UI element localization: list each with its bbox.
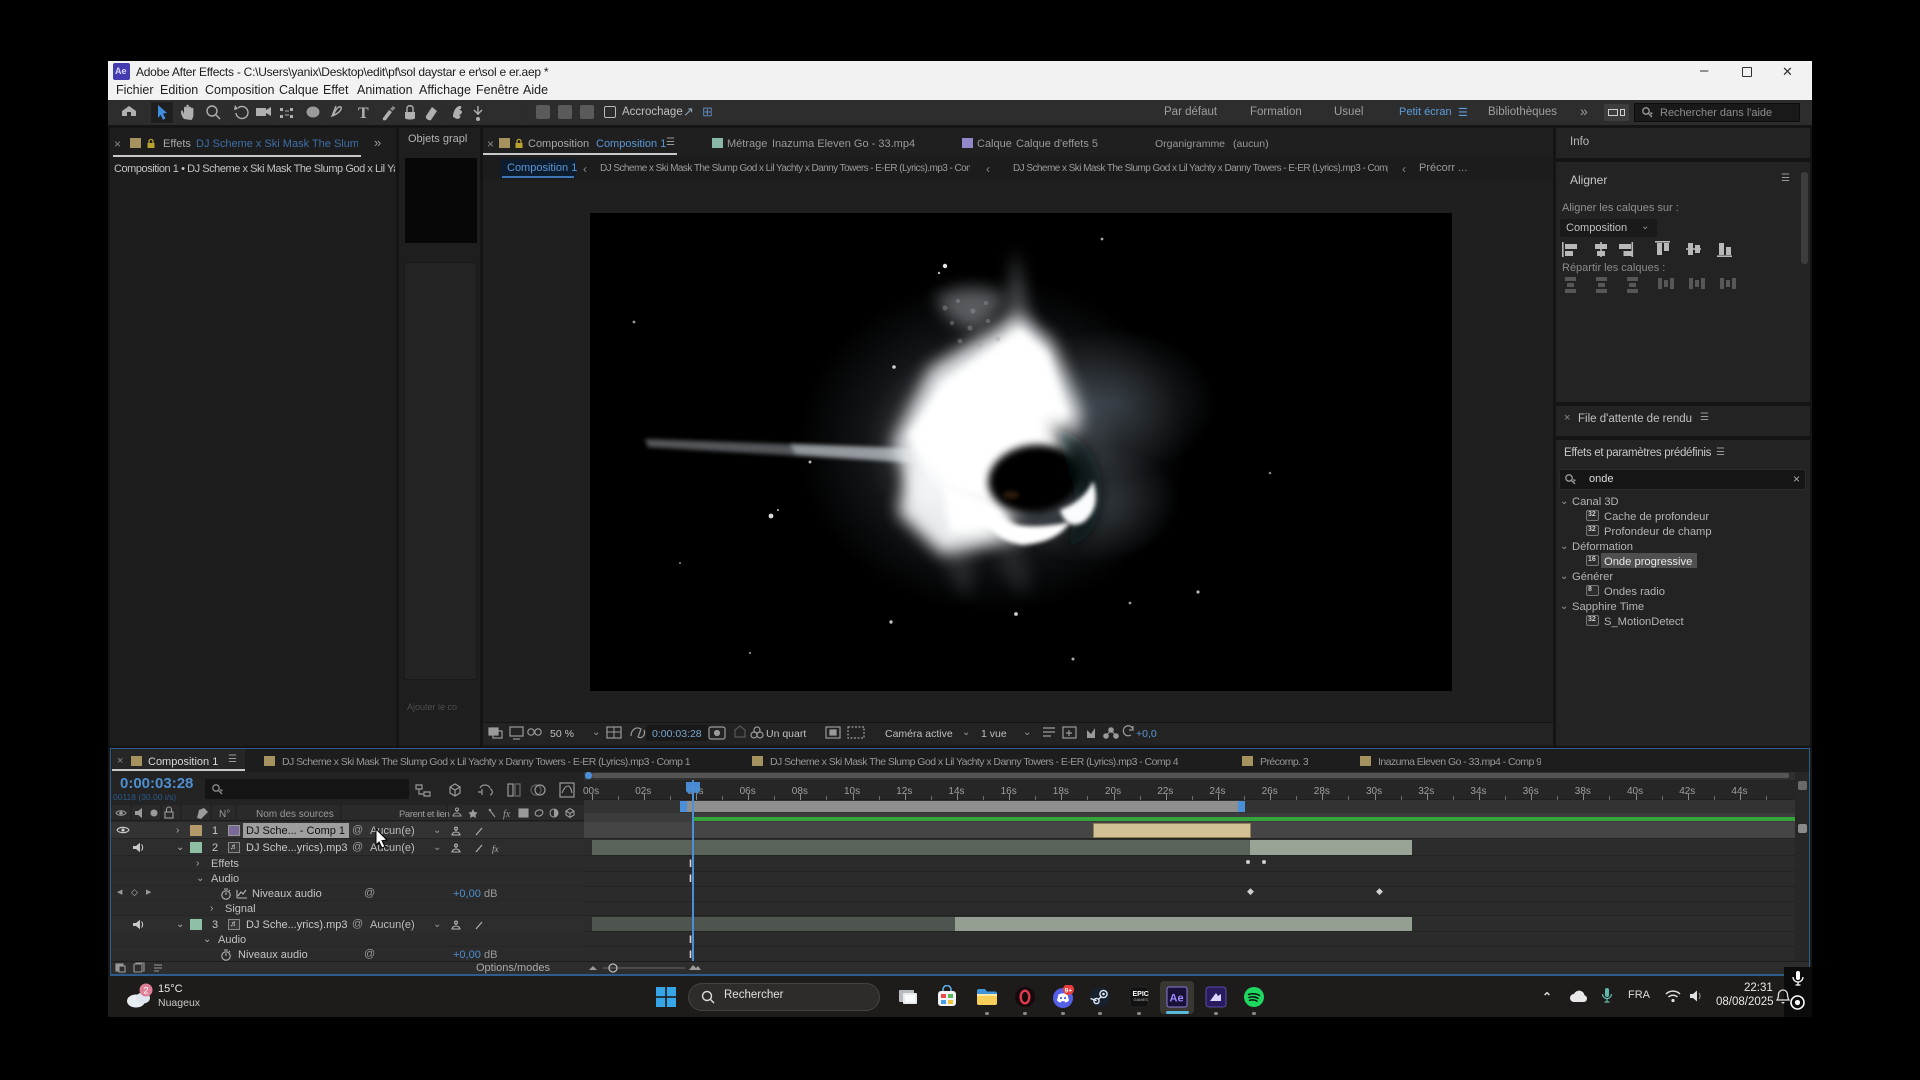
svg-text:9+: 9+ (1065, 987, 1073, 994)
svg-text:T: T (358, 105, 369, 122)
svg-text:GAMES: GAMES (1134, 997, 1149, 1002)
svg-text:Ae: Ae (1170, 993, 1184, 1005)
svg-text:2: 2 (144, 986, 149, 996)
svg-text:N°: N° (219, 809, 230, 820)
svg-text:Nom des sources: Nom des sources (256, 809, 334, 820)
svg-text:Parent et lien: Parent et lien (399, 809, 449, 820)
svg-text:fx: fx (503, 809, 511, 820)
svg-text:fx: fx (492, 844, 499, 854)
